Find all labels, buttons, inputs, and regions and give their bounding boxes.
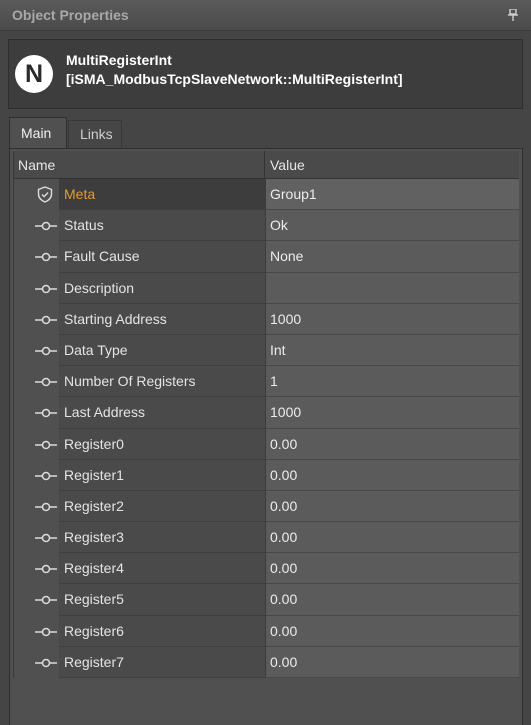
slot-icon (35, 282, 57, 294)
property-name: Register7 (64, 653, 124, 670)
property-row[interactable]: Register4 0.00 (14, 553, 519, 585)
property-value: 0.00 (270, 529, 298, 546)
column-header-name[interactable]: Name (18, 157, 55, 173)
property-row[interactable]: Register7 0.00 (14, 646, 519, 678)
property-row[interactable]: Register6 0.00 (14, 615, 519, 647)
property-row[interactable]: Register5 0.00 (14, 584, 519, 616)
property-name: Description (64, 279, 135, 296)
slot-icon (35, 500, 57, 512)
property-value-cell[interactable] (265, 615, 519, 647)
slot-icon (35, 344, 57, 356)
property-value-cell[interactable] (265, 459, 519, 491)
property-value-cell[interactable] (265, 584, 519, 616)
slot-icon (35, 625, 57, 637)
property-row[interactable]: Status Ok (14, 210, 519, 242)
slot-icon (35, 250, 57, 262)
property-value: 0.00 (270, 622, 298, 639)
property-value: 0.00 (270, 466, 298, 483)
column-header-value[interactable]: Value (270, 157, 305, 173)
slot-icon (35, 656, 57, 668)
object-header: N MultiRegisterInt [iSMA_ModbusTcpSlaveN… (8, 39, 523, 109)
property-row[interactable]: Register0 0.00 (14, 428, 519, 460)
property-value-cell[interactable] (265, 272, 519, 304)
slot-icon (35, 593, 57, 605)
property-name: Meta (64, 186, 96, 202)
slot-icon (35, 438, 57, 450)
property-value-cell[interactable] (265, 303, 519, 335)
property-row[interactable]: Last Address 1000 (14, 397, 519, 429)
tab-main[interactable]: Main (9, 117, 67, 149)
object-type: [iSMA_ModbusTcpSlaveNetwork::MultiRegist… (66, 71, 403, 87)
property-value-cell[interactable] (265, 522, 519, 554)
column-divider[interactable] (264, 151, 265, 178)
property-value: Ok (270, 217, 288, 234)
properties-panel: Name Value Meta Group1 Status Ok Fault Cause… (9, 148, 523, 725)
property-row[interactable]: Meta Group1 (14, 179, 519, 211)
property-value-cell[interactable] (265, 210, 519, 242)
property-value-cell[interactable] (265, 646, 519, 678)
slot-icon (35, 531, 57, 543)
property-value-cell[interactable] (265, 428, 519, 460)
property-name: Last Address (64, 404, 145, 421)
property-value: 0.00 (270, 497, 298, 514)
property-row[interactable]: Register1 0.00 (14, 459, 519, 491)
property-row[interactable]: Description (14, 272, 519, 304)
slot-icon (35, 219, 57, 231)
pin-icon[interactable] (508, 9, 518, 21)
property-value-cell[interactable] (265, 334, 519, 367)
property-row[interactable]: Data Type Int (14, 334, 519, 367)
slot-icon (35, 562, 57, 574)
property-name: Register5 (64, 591, 124, 608)
property-value-cell[interactable] (265, 553, 519, 585)
property-value: Group1 (270, 186, 317, 202)
property-value: 1 (270, 373, 278, 390)
slot-icon (35, 469, 57, 481)
property-name: Register4 (64, 560, 124, 577)
property-value: 1000 (270, 404, 302, 421)
property-value-cell[interactable] (265, 366, 519, 398)
property-row[interactable]: Starting Address 1000 (14, 303, 519, 335)
property-name: Fault Cause (64, 248, 140, 265)
property-name: Register0 (64, 435, 124, 452)
slot-icon (35, 406, 57, 418)
property-name: Register6 (64, 622, 124, 639)
property-row[interactable]: Register2 0.00 (14, 490, 519, 523)
network-object-icon: N (15, 55, 53, 93)
object-name: MultiRegisterInt (66, 52, 172, 68)
property-name: Data Type (64, 341, 128, 358)
panel-title: Object Properties (12, 7, 129, 23)
property-value-cell[interactable] (265, 490, 519, 523)
property-name: Register3 (64, 529, 124, 546)
property-grid: Name Value Meta Group1 Status Ok Fault Cause… (13, 151, 519, 678)
property-value: 1000 (270, 310, 302, 327)
property-name: Register2 (64, 497, 124, 514)
shield-check-icon (37, 186, 53, 203)
property-name: Starting Address (64, 310, 167, 327)
property-row[interactable]: Number Of Registers 1 (14, 366, 519, 398)
property-name: Register1 (64, 466, 124, 483)
property-value: 0.00 (270, 591, 298, 608)
property-value: None (270, 248, 304, 265)
panel-title-bar: Object Properties (0, 0, 531, 31)
property-value-cell[interactable] (265, 397, 519, 429)
property-value: 0.00 (270, 560, 298, 577)
property-value: 0.00 (270, 435, 298, 452)
tab-links[interactable]: Links (68, 120, 122, 149)
slot-icon (35, 375, 57, 387)
slot-icon (35, 313, 57, 325)
grid-header: Name Value (14, 151, 519, 179)
property-name: Status (64, 217, 104, 234)
property-value: Int (270, 341, 286, 358)
property-row[interactable]: Fault Cause None (14, 241, 519, 273)
property-name: Number Of Registers (64, 373, 196, 390)
object-icon-letter: N (24, 59, 44, 88)
property-value: 0.00 (270, 653, 298, 670)
property-row[interactable]: Register3 0.00 (14, 522, 519, 554)
